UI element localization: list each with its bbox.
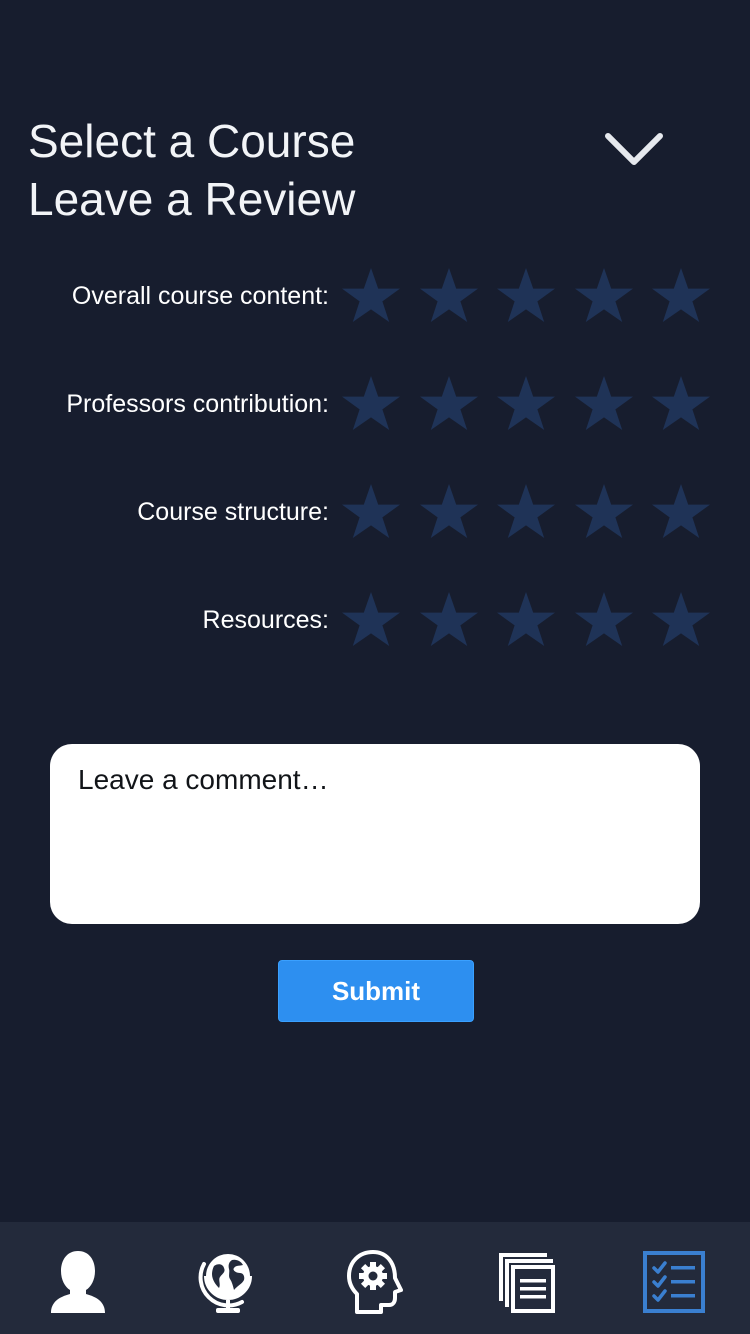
rating-row-overall-content: Overall course content:	[0, 260, 750, 332]
rating-row-course-structure: Course structure:	[0, 476, 750, 548]
star-icon[interactable]	[340, 374, 402, 436]
star-icon[interactable]	[573, 266, 635, 328]
page-subtitle: Leave a Review	[28, 173, 356, 225]
star-icon[interactable]	[495, 266, 557, 328]
comment-placeholder: Leave a comment…	[78, 764, 329, 795]
bottom-tab-bar	[0, 1222, 750, 1334]
star-rating	[340, 266, 728, 330]
star-icon[interactable]	[573, 590, 635, 652]
star-icon[interactable]	[340, 482, 402, 544]
star-icon[interactable]	[573, 374, 635, 436]
star-icon[interactable]	[650, 590, 712, 652]
globe-icon	[198, 1254, 252, 1313]
tab-profile[interactable]	[38, 1242, 118, 1322]
tab-skills[interactable]	[335, 1242, 415, 1322]
star-icon[interactable]	[340, 266, 402, 328]
head-gear-icon	[347, 1250, 403, 1314]
rating-label: Professors contribution:	[66, 390, 329, 418]
star-icon[interactable]	[340, 590, 402, 652]
star-icon[interactable]	[418, 266, 480, 328]
checklist-icon	[643, 1251, 705, 1313]
course-select-chevron-down-icon[interactable]	[600, 120, 668, 180]
documents-icon	[499, 1253, 555, 1313]
submit-button[interactable]: Submit	[278, 960, 474, 1022]
star-icon[interactable]	[650, 266, 712, 328]
star-rating	[340, 590, 728, 654]
page-header: Select a Course Leave a Review	[28, 112, 628, 228]
tab-reviews[interactable]	[634, 1242, 714, 1322]
user-icon	[51, 1251, 105, 1313]
rating-row-professors-contribution: Professors contribution:	[0, 368, 750, 440]
star-icon[interactable]	[418, 482, 480, 544]
star-icon[interactable]	[418, 374, 480, 436]
comment-textarea[interactable]: Leave a comment…	[50, 744, 700, 924]
tab-explore[interactable]	[188, 1242, 268, 1322]
star-icon[interactable]	[650, 482, 712, 544]
rating-label: Course structure:	[137, 498, 329, 526]
rating-row-resources: Resources:	[0, 584, 750, 656]
star-icon[interactable]	[418, 590, 480, 652]
star-icon[interactable]	[573, 482, 635, 544]
star-rating	[340, 374, 728, 438]
rating-label: Overall course content:	[71, 282, 329, 310]
rating-label: Resources:	[202, 606, 329, 634]
star-icon[interactable]	[650, 374, 712, 436]
star-icon[interactable]	[495, 482, 557, 544]
star-icon[interactable]	[495, 590, 557, 652]
star-icon[interactable]	[495, 374, 557, 436]
star-rating	[340, 482, 728, 546]
tab-documents[interactable]	[484, 1242, 564, 1322]
page-title: Select a Course	[28, 115, 356, 167]
